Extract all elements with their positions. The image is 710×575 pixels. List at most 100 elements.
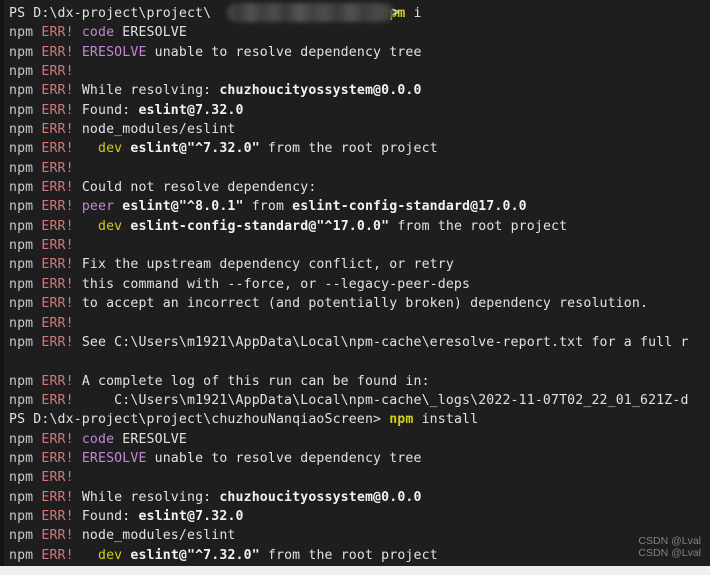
terminal-token-error: ERR! <box>41 180 82 196</box>
terminal-token-plain: C:\Users\m1921\AppData\Local\npm-cache\_… <box>81 392 689 408</box>
terminal-token-prefix: npm <box>9 122 42 138</box>
terminal-token-prefix: npm <box>9 83 42 99</box>
terminal-token-prefix: npm <box>9 450 42 466</box>
terminal-token-yellow: dev <box>98 141 123 157</box>
terminal-token-error: ERR! <box>41 218 98 234</box>
terminal-token-error: ERR! <box>41 373 82 389</box>
terminal-token-error: ERR! <box>41 547 98 563</box>
terminal-line: npm ERR! this command with --force, or -… <box>9 275 710 294</box>
terminal-token-prefix: npm <box>9 25 42 41</box>
terminal-token-magenta: ERESOLVE <box>81 450 147 466</box>
terminal-token-error: ERR! <box>41 315 74 331</box>
terminal-token-error: ERR! <box>41 257 82 273</box>
terminal-line: npm ERR! to accept an incorrect (and pot… <box>9 294 710 313</box>
terminal-line: npm ERR! See C:\Users\m1921\AppData\Loca… <box>9 333 710 352</box>
terminal-token-error: ERR! <box>41 276 82 292</box>
terminal-token-prefix: npm <box>9 470 42 486</box>
terminal-line: npm ERR! <box>9 159 710 178</box>
terminal-token-prefix: npm <box>9 315 42 331</box>
terminal-line: npm ERR! <box>9 236 710 255</box>
terminal-token-prefix: npm <box>9 102 42 118</box>
terminal-token-magenta: ERESOLVE <box>81 44 147 60</box>
terminal-output-area[interactable]: PS D:\dx-project\project\ npm i npm ERR! … <box>0 0 710 575</box>
terminal-line: npm ERR! Could not resolve dependency: <box>9 178 710 197</box>
terminal-token-plain: node_modules/eslint <box>81 528 236 544</box>
terminal-token-prefix: npm <box>9 373 42 389</box>
terminal-token-prefix: npm <box>9 160 42 176</box>
terminal-token-error: ERR! <box>41 470 74 486</box>
terminal-token-error: ERR! <box>41 238 74 254</box>
terminal-token-plain: node_modules/eslint <box>81 122 236 138</box>
terminal-token-plain: to accept an incorrect (and potentially … <box>81 296 649 312</box>
terminal-token-command: npm <box>389 412 414 428</box>
terminal-token-prefix: npm <box>9 180 42 196</box>
terminal-token-yellow: dev <box>98 547 123 563</box>
terminal-token-error: ERR! <box>41 334 82 350</box>
terminal-line: npm ERR! dev eslint-config-standard@"^17… <box>9 217 710 236</box>
terminal-line: npm ERR! peer eslint@"^8.0.1" from eslin… <box>9 197 710 216</box>
terminal-token-prefix: npm <box>9 296 42 312</box>
terminal-token-prefix: npm <box>9 431 42 447</box>
terminal-token-error: ERR! <box>41 160 74 176</box>
terminal-token-error: ERR! <box>41 450 82 466</box>
terminal-token-plain: A complete log of this run can be found … <box>81 373 430 389</box>
terminal-token-error: ERR! <box>41 64 74 80</box>
terminal-token-plain: install <box>413 412 479 428</box>
terminal-token-plain: unable to resolve dependency tree <box>146 44 422 60</box>
terminal-token-plain: PS D:\dx-project\project\chuzhouNanqiaoS… <box>9 412 390 428</box>
terminal-token-prefix: npm <box>9 547 42 563</box>
terminal-token-error: ERR! <box>41 431 82 447</box>
terminal-token-magenta: code <box>81 25 115 41</box>
terminal-token-error: ERR! <box>41 83 82 99</box>
terminal-token-error: ERR! <box>41 489 82 505</box>
terminal-token-plain: Fix the upstream dependency conflict, or… <box>81 257 454 273</box>
terminal-token-prefix: npm <box>9 528 42 544</box>
terminal-token-yellow: dev <box>98 218 123 234</box>
terminal-token-plain: from the root project <box>389 218 568 234</box>
terminal-token-prefix: npm <box>9 276 42 292</box>
terminal-token-plain: Found: <box>81 508 139 524</box>
terminal-line: PS D:\dx-project\project\chuzhouNanqiaoS… <box>9 410 710 429</box>
terminal-line: npm ERR! ERESOLVE unable to resolve depe… <box>9 449 710 468</box>
terminal-token-prefix: npm <box>9 199 42 215</box>
terminal-token-bold: chuzhoucityossystem@0.0.0 <box>219 489 422 505</box>
terminal-token-error: ERR! <box>41 25 82 41</box>
terminal-token-plain: PS D:\dx-project\project\ <box>9 6 212 21</box>
terminal-token-prefix: npm <box>9 218 42 234</box>
terminal-line: npm ERR! dev eslint@"^7.32.0" from the r… <box>9 139 710 158</box>
terminal-token-plain: ERESOLVE <box>114 25 187 41</box>
redacted-path-blur <box>227 3 394 22</box>
terminal-line: npm ERR! Fix the upstream dependency con… <box>9 255 710 274</box>
terminal-token-plain: this command with --force, or --legacy-p… <box>81 276 471 292</box>
terminal-line: npm ERR! Found: eslint@7.32.0 <box>9 507 710 526</box>
prompt-caret-symbol: > <box>392 5 400 20</box>
terminal-line: npm ERR! While resolving: chuzhoucityoss… <box>9 488 710 507</box>
terminal-token-plain: i <box>405 6 422 21</box>
terminal-token-bold: eslint@7.32.0 <box>138 102 244 118</box>
powershell-terminal-window[interactable]: PS D:\dx-project\project\ npm i npm ERR! … <box>0 0 710 575</box>
terminal-token-magenta: peer <box>81 199 115 215</box>
page-bottom-strip <box>0 566 710 575</box>
terminal-token-plain: from the root project <box>259 547 438 563</box>
terminal-token-prefix: npm <box>9 334 42 350</box>
terminal-line: npm ERR! <box>9 62 710 81</box>
terminal-token-bold: eslint@7.32.0 <box>138 508 244 524</box>
terminal-token-bold: eslint@"^7.32.0" <box>130 547 260 563</box>
terminal-line: npm ERR! node_modules/eslint <box>9 526 710 545</box>
terminal-line: npm ERR! code ERESOLVE <box>9 23 710 42</box>
terminal-line: npm ERR! While resolving: chuzhoucityoss… <box>9 81 710 100</box>
terminal-line: npm ERR! A complete log of this run can … <box>9 372 710 391</box>
terminal-token-error: ERR! <box>41 122 82 138</box>
terminal-token-prefix: npm <box>9 64 42 80</box>
terminal-token-prefix: npm <box>9 44 42 60</box>
terminal-token-prefix: npm <box>9 257 42 273</box>
terminal-line: npm ERR! ERESOLVE unable to resolve depe… <box>9 43 710 62</box>
terminal-token-prefix: npm <box>9 392 42 408</box>
terminal-token-prefix: npm <box>9 489 42 505</box>
terminal-token-plain: Found: <box>81 102 139 118</box>
terminal-line: npm ERR! code ERESOLVE <box>9 430 710 449</box>
terminal-line: npm ERR! dev eslint@"^7.32.0" from the r… <box>9 546 710 565</box>
terminal-token-error: ERR! <box>41 199 82 215</box>
terminal-token-bold: eslint-config-standard@17.0.0 <box>292 199 527 215</box>
